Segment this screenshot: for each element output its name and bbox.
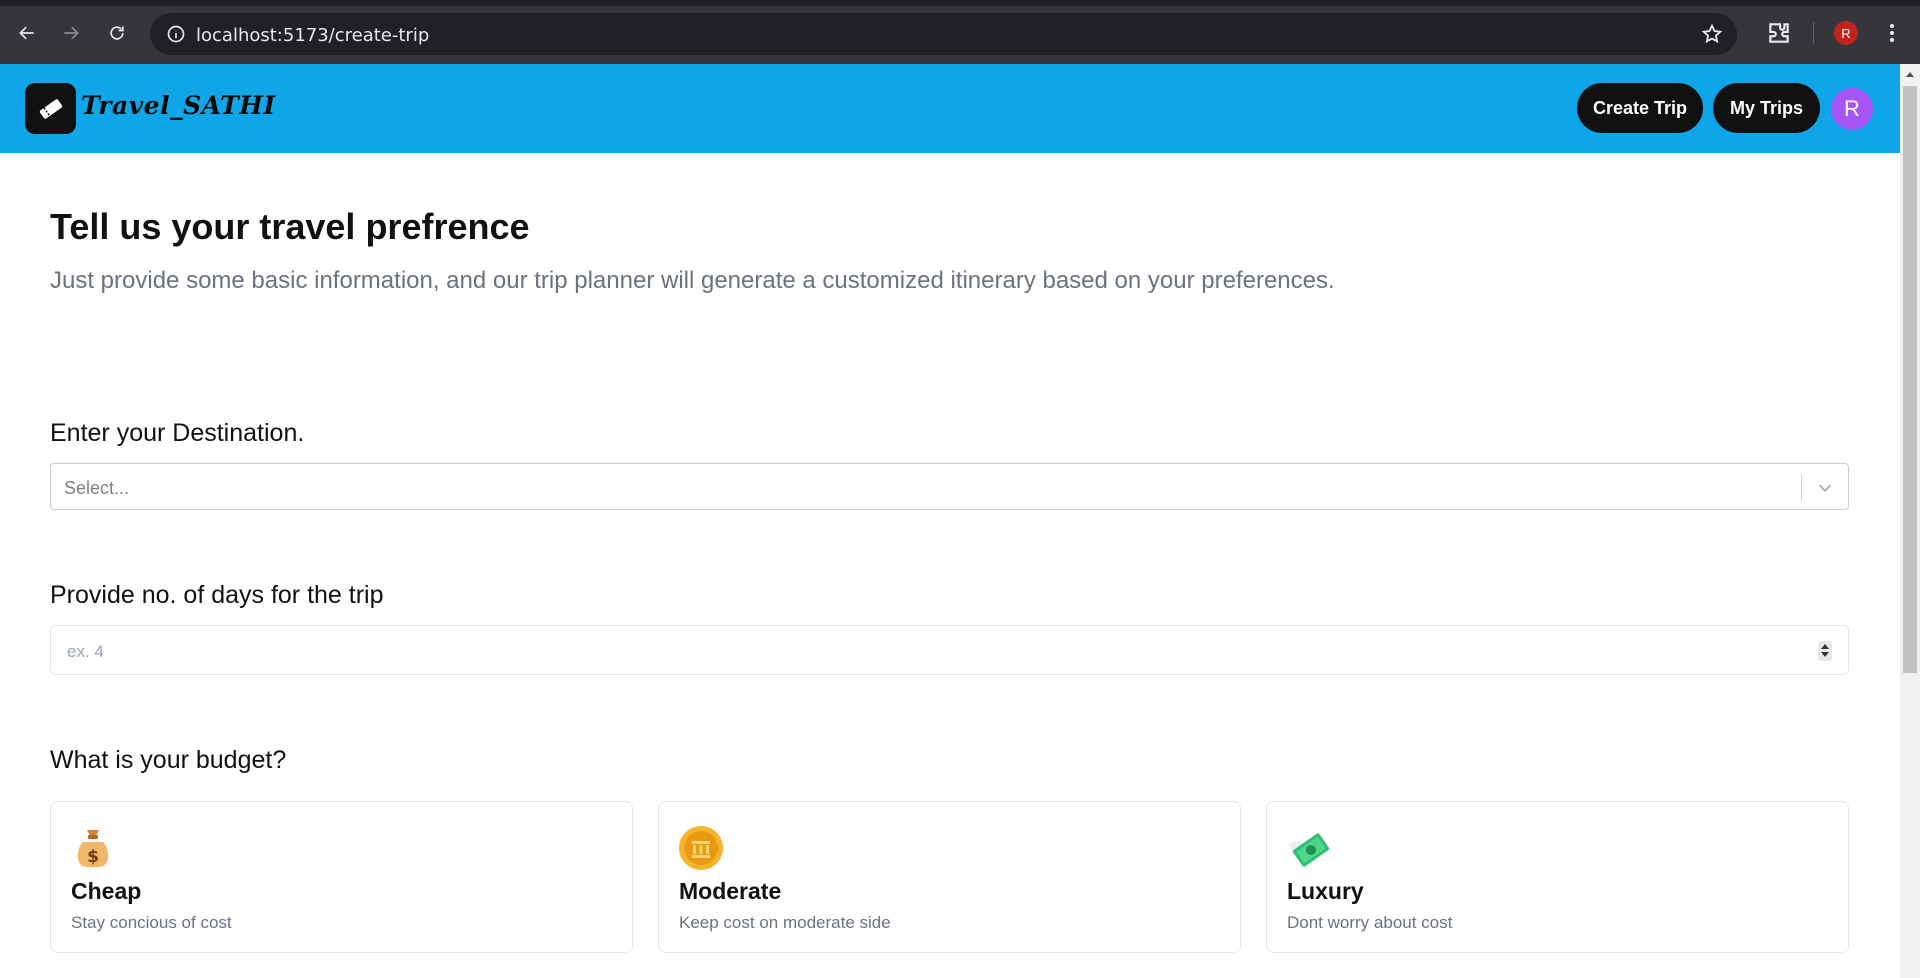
budget-option-moderate[interactable]: Moderate Keep cost on moderate side	[658, 801, 1241, 953]
page-scrollbar[interactable]	[1900, 64, 1920, 978]
destination-placeholder: Select...	[64, 478, 130, 498]
toolbar-divider	[1813, 22, 1814, 44]
money-bag-icon: $	[77, 830, 109, 868]
spinner-down-icon[interactable]	[1821, 652, 1829, 657]
coin-icon	[679, 826, 723, 870]
forward-icon[interactable]	[56, 18, 86, 48]
days-input[interactable]: ex. 4	[50, 625, 1849, 675]
my-trips-button[interactable]: My Trips	[1713, 83, 1820, 133]
reload-icon[interactable]	[102, 18, 132, 48]
days-placeholder: ex. 4	[67, 642, 104, 661]
scroll-up-icon[interactable]	[1906, 72, 1914, 77]
site-header: Travel_SATHI Create Trip My Trips R	[0, 64, 1900, 153]
chevron-down-icon[interactable]	[1814, 477, 1836, 499]
budget-option-luxury[interactable]: Luxury Dont worry about cost	[1266, 801, 1849, 953]
brand-name[interactable]: Travel_SATHI	[81, 91, 276, 120]
spinner-up-icon[interactable]	[1821, 644, 1829, 649]
svg-text:$: $	[87, 847, 99, 867]
destination-select[interactable]: Select...	[50, 463, 1849, 510]
star-icon[interactable]	[1701, 23, 1723, 45]
avatar[interactable]: R	[1831, 88, 1873, 130]
url-text[interactable]: localhost:5173/create-trip	[196, 25, 429, 46]
budget-title: Luxury	[1287, 878, 1364, 904]
page-viewport: Travel_SATHI Create Trip My Trips R Tell…	[0, 64, 1900, 978]
budget-desc: Stay concious of cost	[71, 913, 232, 932]
logo[interactable]	[25, 83, 76, 134]
budget-title: Moderate	[679, 878, 782, 904]
budget-desc: Dont worry about cost	[1287, 913, 1453, 932]
menu-kebab-icon[interactable]	[1880, 20, 1904, 46]
page-title: Tell us your travel prefrence	[50, 206, 530, 247]
budget-label: What is your budget?	[50, 746, 287, 774]
destination-label: Enter your Destination.	[50, 419, 305, 447]
days-label: Provide no. of days for the trip	[50, 581, 384, 609]
plane-ticket-icon	[39, 98, 62, 119]
money-with-wings-icon	[1289, 833, 1330, 867]
extensions-icon[interactable]	[1766, 20, 1792, 46]
site-info-icon[interactable]	[166, 24, 186, 44]
browser-toolbar: localhost:5173/create-trip R	[0, 0, 1920, 64]
select-separator	[1801, 474, 1802, 501]
number-spinner[interactable]	[1818, 641, 1832, 661]
tab-strip	[0, 0, 1920, 6]
create-trip-button[interactable]: Create Trip	[1577, 83, 1703, 133]
budget-title: Cheap	[71, 878, 142, 904]
address-bar[interactable]: localhost:5173/create-trip	[150, 13, 1737, 55]
browser-profile-avatar[interactable]: R	[1834, 21, 1858, 45]
budget-desc: Keep cost on moderate side	[679, 913, 891, 932]
back-icon[interactable]	[12, 18, 42, 48]
budget-option-cheap[interactable]: $ Cheap Stay concious of cost	[50, 801, 633, 953]
page-subtitle: Just provide some basic information, and…	[50, 267, 1335, 294]
scrollbar-thumb[interactable]	[1903, 86, 1917, 673]
